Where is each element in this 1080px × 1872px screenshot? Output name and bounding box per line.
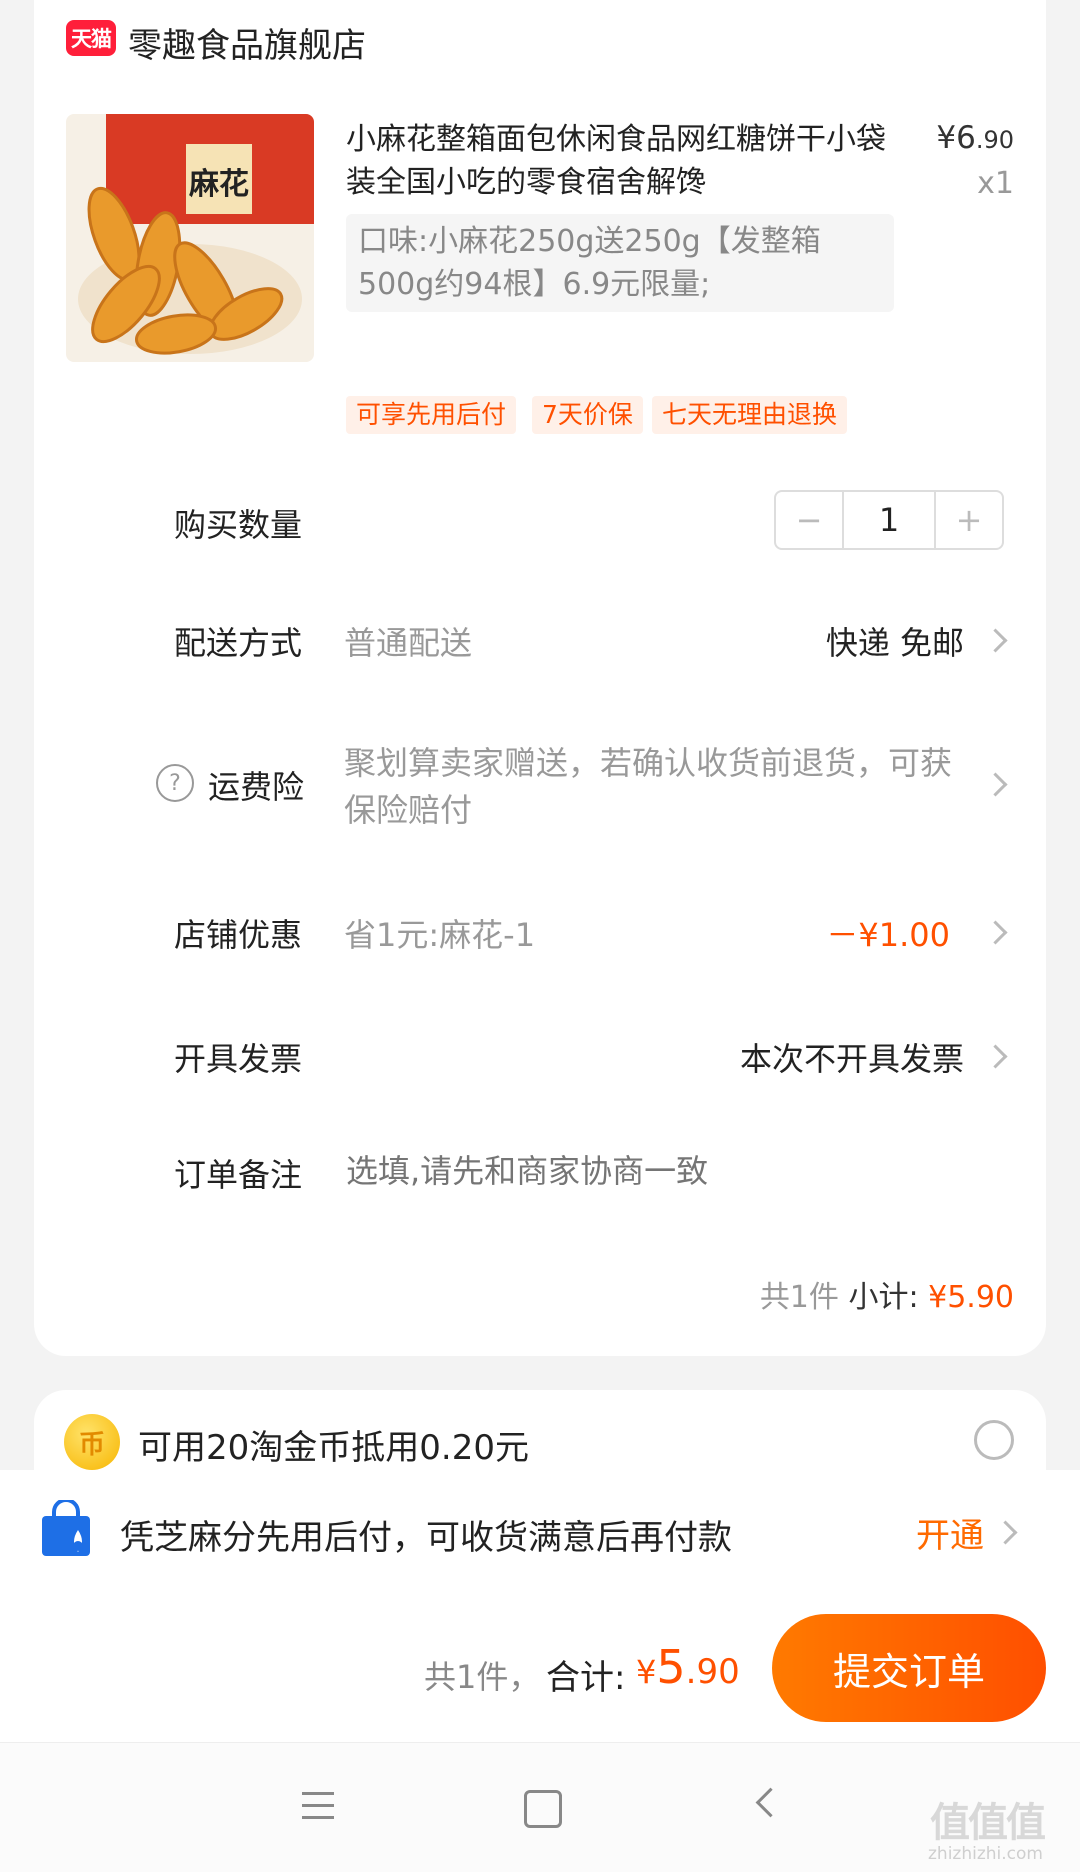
coin-offer-text: 可用20淘金币抵用0.20元 xyxy=(138,1428,529,1468)
zhima-open-link[interactable]: 开通 xyxy=(916,1508,984,1557)
product-spec[interactable]: 口味:小麻花250g送250g【发整箱500g约94根】6.9元限量; xyxy=(346,214,894,312)
invoice-label: 开具发票 xyxy=(174,1040,303,1078)
remark-input[interactable] xyxy=(344,1144,1008,1198)
watermark-logo: 值值值 xyxy=(930,1800,1046,1846)
quantity-stepper[interactable]: − 1 + xyxy=(774,490,1004,550)
coin-icon: 币 xyxy=(64,1414,120,1470)
tag-pay-later: 可享先用后付 xyxy=(346,396,517,434)
insurance-description: 聚划算卖家赠送，若确认收货前退货，可获保险赔付 xyxy=(344,744,953,829)
subtotal-label: 小计: xyxy=(848,1280,919,1315)
invoice-value: 本次不开具发票 xyxy=(739,1040,964,1078)
product-image[interactable]: 麻花 xyxy=(66,114,314,362)
store-name[interactable]: 零趣食品旗舰店 xyxy=(128,18,366,67)
submit-order-button[interactable]: 提交订单 xyxy=(772,1614,1046,1722)
help-icon[interactable]: ? xyxy=(156,764,194,802)
delivery-method: 快递 免邮 xyxy=(825,624,964,662)
checkout-total-label: 合计: xyxy=(546,1658,626,1698)
product-photo-icon: 麻花 xyxy=(78,114,314,355)
quantity-label: 购买数量 xyxy=(174,506,303,544)
menu-icon[interactable] xyxy=(302,1792,334,1828)
tmall-logo-icon: 天猫 xyxy=(66,20,116,56)
shop-discount-value: 省1元:麻花-1 xyxy=(344,916,536,954)
watermark-url: zhizhizhi.com xyxy=(928,1844,1043,1864)
zhima-text: 凭芝麻分先用后付，可收货满意后再付款 xyxy=(120,1518,732,1558)
delivery-value: 普通配送 xyxy=(344,624,473,662)
product-quantity: x1 xyxy=(977,166,1014,201)
shop-discount-label: 店铺优惠 xyxy=(174,916,303,954)
remark-label: 订单备注 xyxy=(174,1156,303,1194)
quantity-value[interactable]: 1 xyxy=(842,492,936,548)
subtotal-count: 共1件 xyxy=(759,1280,839,1315)
shopping-bag-icon xyxy=(38,1498,94,1560)
shop-discount-amount: －¥1.00 xyxy=(826,916,950,954)
coin-radio[interactable] xyxy=(974,1420,1014,1460)
insurance-label: 运费险 xyxy=(208,768,305,806)
tag-price-protect: 7天价保 xyxy=(532,396,643,434)
delivery-label: 配送方式 xyxy=(174,624,303,662)
tag-free-return: 七天无理由退换 xyxy=(652,396,848,434)
home-icon[interactable] xyxy=(524,1790,562,1828)
product-title[interactable]: 小麻花整箱面包休闲食品网红糖饼干小袋装全国小吃的零食宿舍解馋 xyxy=(346,118,886,204)
product-price: ¥6.90 xyxy=(936,120,1014,156)
increment-button[interactable]: + xyxy=(936,492,1002,548)
checkout-count: 共1件， xyxy=(424,1658,541,1696)
subtotal-amount: ¥5.90 xyxy=(928,1280,1014,1315)
decrement-button[interactable]: − xyxy=(776,492,842,548)
box-label: 麻花 xyxy=(189,167,249,202)
subtotal: 共1件 小计: ¥5.90 xyxy=(760,1272,1014,1316)
checkout-total: ¥5.90 xyxy=(636,1640,740,1694)
